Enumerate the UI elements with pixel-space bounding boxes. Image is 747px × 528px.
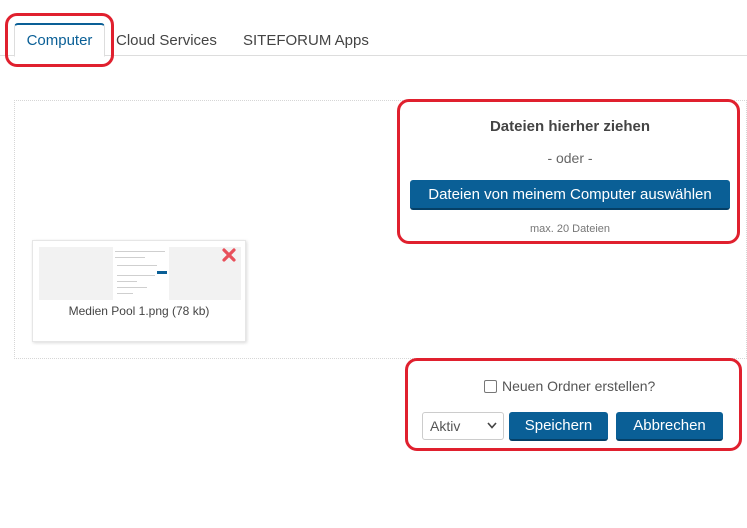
form-controls: Neuen Ordner erstellen? Aktiv Speichern … (410, 362, 740, 448)
max-files-hint: max. 20 Dateien (529, 223, 611, 235)
new-folder-label: Neuen Ordner erstellen? (502, 378, 656, 394)
save-button[interactable]: Speichern (509, 412, 608, 441)
chevron-down-icon (487, 422, 497, 429)
cancel-button[interactable]: Abbrechen (616, 412, 723, 441)
drop-zone-title: Dateien hierher ziehen (489, 118, 651, 135)
status-select[interactable]: Aktiv (422, 412, 504, 440)
drop-zone[interactable]: Dateien hierher ziehen - oder - Dateien … (400, 102, 740, 242)
status-select-value: Aktiv (430, 418, 461, 434)
drop-zone-or: - oder - (547, 150, 593, 166)
tab-bar: Computer Cloud Services SITEFORUM Apps (0, 0, 747, 57)
tab-computer[interactable]: Computer (14, 23, 105, 57)
upload-dialog: Computer Cloud Services SITEFORUM Apps D… (0, 0, 747, 528)
new-folder-checkbox[interactable] (484, 380, 497, 393)
tab-cloud-services[interactable]: Cloud Services (116, 26, 217, 56)
tab-siteforum-apps[interactable]: SITEFORUM Apps (243, 26, 369, 56)
file-card: Medien Pool 1.png (78 kb) (32, 240, 246, 342)
thumbnail-preview (113, 247, 169, 300)
file-name: Medien Pool 1.png (78 kb) (68, 304, 210, 318)
new-folder-option[interactable]: Neuen Ordner erstellen? (484, 378, 655, 394)
file-thumbnail (39, 247, 241, 300)
close-x-icon[interactable] (221, 247, 237, 263)
select-files-button[interactable]: Dateien von meinem Computer auswählen (410, 180, 730, 210)
